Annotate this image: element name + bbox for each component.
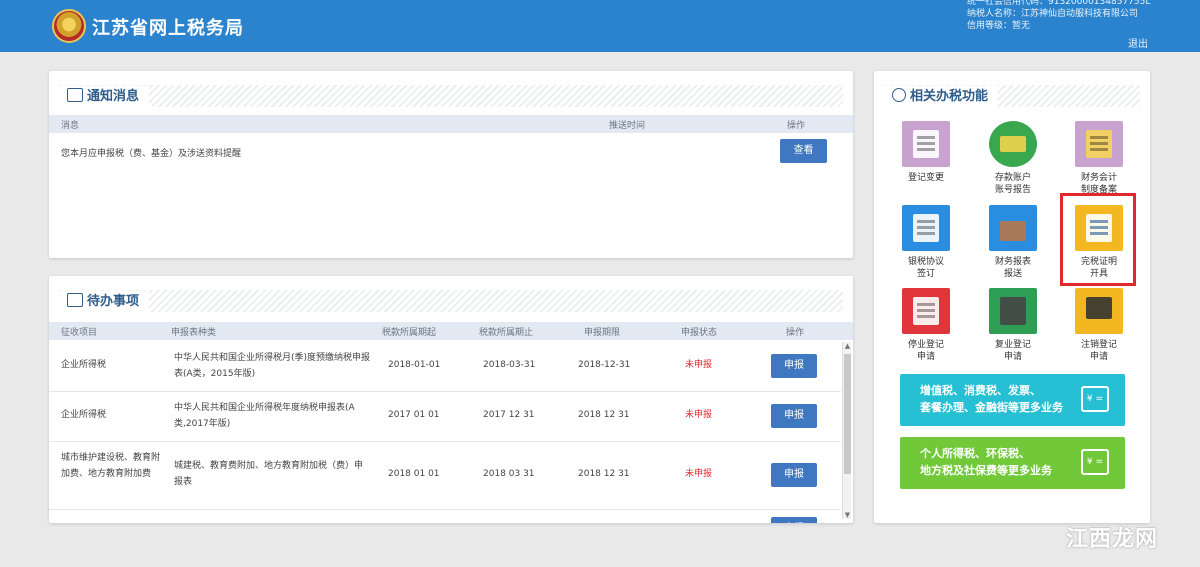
row-end: 2017 12 31 xyxy=(483,410,535,420)
row-item: 企业所得税 xyxy=(61,410,107,420)
taxpayer-name: 纳税人名称：江苏神仙自动服科技有限公司 xyxy=(967,9,1139,19)
tile-label: 注销登记 xyxy=(1080,340,1117,350)
user-info: 统一社会信用代码：91320000134857755L 纳税人名称：江苏神仙自动… xyxy=(967,0,1150,32)
top-header: 江苏省网上税务局 统一社会信用代码：91320000134857755L 纳税人… xyxy=(0,0,1200,52)
tile-financial-report[interactable]: 财务报表 报送 xyxy=(969,205,1057,280)
bank-card-icon xyxy=(989,121,1037,167)
col-item: 征收项目 xyxy=(61,328,98,338)
functions-panel-header: 相关办税功能 xyxy=(884,85,1140,108)
table-row: 城市维护建设税、教育附加费、地方教育附加费 城建税、教育费附加、地方教育附加税（… xyxy=(49,442,841,510)
tile-label: 停业登记 xyxy=(907,340,944,350)
suspend-icon xyxy=(902,288,950,334)
row-deadline: 2018-12-31 xyxy=(578,360,631,370)
watermark: 江西龙网 xyxy=(1066,527,1159,552)
notice-message: 您本月应申报税（费、基金）及涉送资料提醒 xyxy=(61,149,242,159)
tile-label: 报送 xyxy=(1003,269,1022,279)
view-button[interactable]: 查看 xyxy=(780,139,827,163)
clipboard-clock-icon xyxy=(67,293,83,307)
row-start: 2017 01 01 xyxy=(388,410,440,420)
row-deadline: 2018 12 31 xyxy=(578,410,630,420)
row-form: 城建税、教育费附加、地方教育附加税（费）申报表 xyxy=(174,461,364,487)
tile-label: 财务报表 xyxy=(994,257,1031,267)
agreement-icon xyxy=(902,205,950,251)
credit-level: 信用等级：暂无 xyxy=(967,21,1031,31)
tile-registration-change[interactable]: 登记变更 xyxy=(882,121,970,184)
tile-label: 存款账户 xyxy=(994,173,1031,183)
row-start: 2018 01 01 xyxy=(388,469,440,479)
site-title: 江苏省网上税务局 xyxy=(92,18,244,39)
col-end: 税款所属期止 xyxy=(479,328,534,338)
highlight-box xyxy=(1060,193,1136,286)
scroll-up-arrow-icon[interactable]: ▲ xyxy=(843,342,852,350)
row-start: 2018-01-01 xyxy=(388,360,441,370)
notice-table-header: 消息 推送时间 操作 xyxy=(49,115,853,133)
tile-bank-tax-agreement[interactable]: 银税协议 签订 xyxy=(882,205,970,280)
todo-scrollbar[interactable]: ▲ ▼ xyxy=(842,342,851,519)
tile-deregistration[interactable]: 注销登记 申请 xyxy=(1055,288,1143,363)
tile-label: 财务会计 xyxy=(1080,173,1117,183)
tile-suspension-registration[interactable]: 停业登记 申请 xyxy=(882,288,970,363)
col-status: 申报状态 xyxy=(681,328,718,338)
table-row: 企业所得税 中华人民共和国企业所得税月(季)度预缴纳税申报表(A类，2015年版… xyxy=(49,342,841,392)
tile-label: 复业登记 xyxy=(994,340,1031,350)
logout-link[interactable]: 退出 xyxy=(1128,35,1148,50)
scroll-thumb[interactable] xyxy=(844,354,851,474)
row-end: 2018-03-31 xyxy=(483,360,536,370)
cancel-registration-icon xyxy=(1075,288,1123,334)
resume-icon xyxy=(989,288,1037,334)
todo-panel-header: 待办事项 xyxy=(59,290,843,313)
row-item: 企业所得税 xyxy=(61,360,107,370)
col-form: 申报表种类 xyxy=(171,328,217,338)
col-action: 操作 xyxy=(786,328,805,338)
row-status: 未申报 xyxy=(685,360,713,370)
tile-label: 银税协议 xyxy=(907,257,944,267)
briefcase-icon xyxy=(989,205,1037,251)
receipt-icon: ¥ = xyxy=(1081,386,1109,412)
tile-label: 申请 xyxy=(1003,352,1022,362)
tile-label: 账号报告 xyxy=(994,185,1031,195)
row-status: 未申报 xyxy=(685,469,713,479)
todo-title: 待办事项 xyxy=(87,294,140,309)
tile-label: 申请 xyxy=(1089,352,1108,362)
notice-panel: 通知消息 消息 推送时间 操作 您本月应申报税（费、基金）及涉送资料提醒 查看 xyxy=(49,71,853,258)
tile-resume-registration[interactable]: 复业登记 申请 xyxy=(969,288,1057,363)
declare-button[interactable]: 申报 xyxy=(771,517,817,523)
personal-tax-more-services-banner[interactable]: 个人所得税、环保税、 地方税及社保费等更多业务 ¥ = xyxy=(900,437,1125,489)
credit-code: 统一社会信用代码：91320000134857755L xyxy=(967,0,1151,7)
receipt-icon: ¥ = xyxy=(1081,449,1109,475)
todo-table-header: 征收项目 申报表种类 税款所属期起 税款所属期止 申报期限 申报状态 操作 xyxy=(49,322,853,340)
col-message: 消息 xyxy=(61,121,80,131)
row-status: 未申报 xyxy=(685,410,713,420)
declare-button[interactable]: 申报 xyxy=(771,404,817,428)
table-row: 申报 xyxy=(49,510,841,523)
cube-icon xyxy=(892,88,906,102)
declare-button[interactable]: 申报 xyxy=(771,354,817,378)
row-form: 中华人民共和国企业所得税年度纳税申报表(A类,2017年版) xyxy=(174,403,355,429)
table-row: 企业所得税 中华人民共和国企业所得税年度纳税申报表(A类,2017年版) 201… xyxy=(49,392,841,442)
col-start: 税款所属期起 xyxy=(382,328,437,338)
notice-title: 通知消息 xyxy=(87,89,140,104)
col-deadline: 申报期限 xyxy=(584,328,621,338)
row-form: 中华人民共和国企业所得税月(季)度预缴纳税申报表(A类，2015年版) xyxy=(174,353,371,379)
tile-label: 申请 xyxy=(916,352,935,362)
functions-title: 相关办税功能 xyxy=(910,89,989,104)
row-deadline: 2018 12 31 xyxy=(578,469,630,479)
tile-label: 登记变更 xyxy=(907,173,944,183)
declare-button[interactable]: 申报 xyxy=(771,463,817,487)
todo-panel: 待办事项 征收项目 申报表种类 税款所属期起 税款所属期止 申报期限 申报状态 … xyxy=(49,276,853,523)
tile-accounting-filing[interactable]: 财务会计 制度备案 xyxy=(1055,121,1143,196)
tile-label: 签订 xyxy=(916,269,935,279)
col-action: 操作 xyxy=(787,121,806,131)
col-push-time: 推送时间 xyxy=(609,121,646,131)
chat-bubble-icon xyxy=(67,88,83,102)
vat-more-services-banner[interactable]: 增值税、消费税、发票、 套餐办理、金融街等更多业务 ¥ = xyxy=(900,374,1125,426)
scroll-down-arrow-icon[interactable]: ▼ xyxy=(843,511,852,519)
tax-emblem-icon xyxy=(52,9,86,43)
row-end: 2018 03 31 xyxy=(483,469,535,479)
accounting-icon xyxy=(1075,121,1123,167)
registration-icon xyxy=(902,121,950,167)
tile-bank-account-report[interactable]: 存款账户 账号报告 xyxy=(969,121,1057,196)
notice-panel-header: 通知消息 xyxy=(59,85,843,108)
row-item: 城市维护建设税、教育附加费、地方教育附加费 xyxy=(61,453,161,479)
